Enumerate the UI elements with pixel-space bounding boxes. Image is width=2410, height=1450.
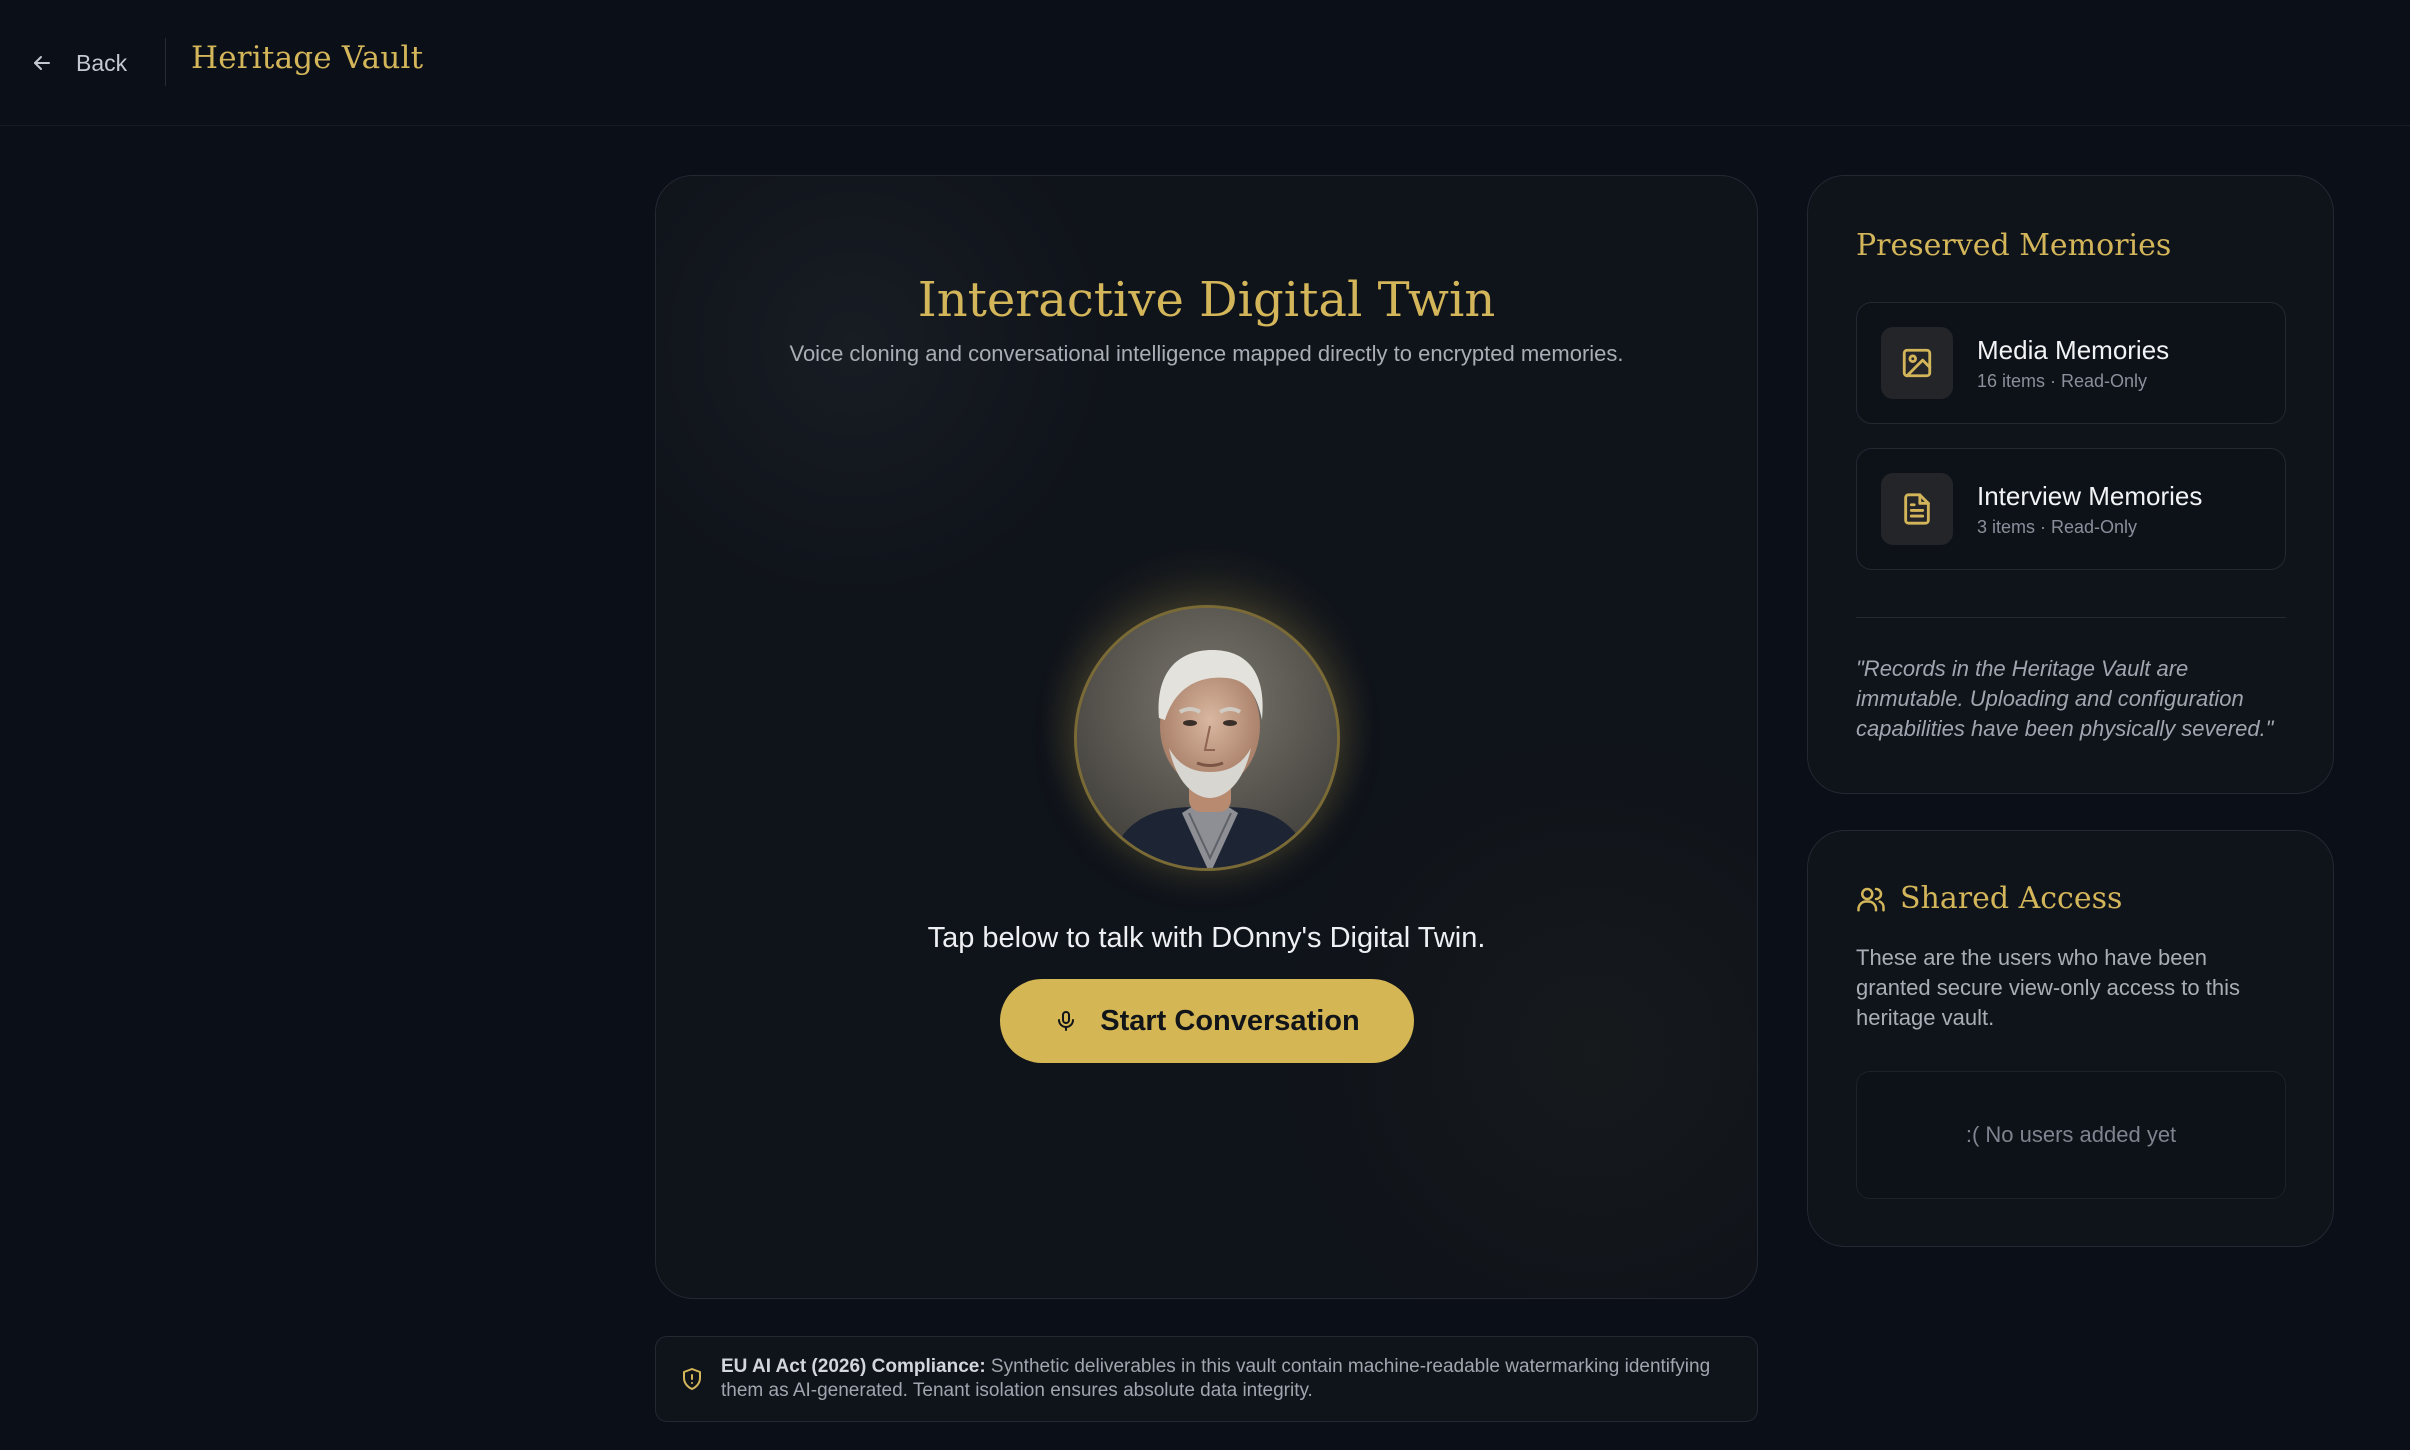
preserved-memories-title: Preserved Memories xyxy=(1856,228,2172,263)
shared-access-title: Shared Access xyxy=(1900,881,2123,916)
compliance-text: EU AI Act (2026) Compliance: Synthetic d… xyxy=(721,1355,1741,1403)
microphone-icon xyxy=(1058,1011,1075,1031)
memory-item-meta: 3 items · Read-Only xyxy=(1977,517,2138,537)
users-icon xyxy=(1857,887,1885,911)
brand-title: Heritage Vault xyxy=(191,40,424,76)
back-button[interactable]: Back xyxy=(30,44,127,82)
empty-users-state: :( No users added yet xyxy=(1856,1071,2286,1199)
header-divider xyxy=(165,38,166,86)
page-subtitle: Voice cloning and conversational intelli… xyxy=(789,341,1624,366)
conversation-prompt: Tap below to talk with DOnny's Digital T… xyxy=(927,922,1486,954)
arrow-left-icon xyxy=(34,56,50,70)
memory-item-interview[interactable]: Interview Memories 3 items · Read-Only xyxy=(1856,448,2286,570)
page-title: Interactive Digital Twin xyxy=(917,272,1496,328)
shield-icon xyxy=(683,1368,701,1390)
shared-access-header: Shared Access xyxy=(1856,881,2122,916)
preserved-memories-card: Preserved Memories Media Memories 16 ite… xyxy=(1807,175,2334,794)
interview-icon-tile xyxy=(1881,473,1953,545)
memories-divider xyxy=(1856,617,2286,618)
shared-access-card: Shared Access These are the users who ha… xyxy=(1807,830,2334,1247)
document-icon xyxy=(1904,493,1930,525)
start-conversation-label: Start Conversation xyxy=(1100,1004,1360,1037)
image-icon xyxy=(1902,348,1932,378)
top-bar: Back Heritage Vault xyxy=(0,0,2410,126)
back-label: Back xyxy=(76,49,128,76)
compliance-notice: EU AI Act (2026) Compliance: Synthetic d… xyxy=(655,1336,1758,1422)
avatar xyxy=(1074,605,1340,871)
media-icon-tile xyxy=(1881,327,1953,399)
memory-item-name: Interview Memories xyxy=(1977,481,2203,511)
compliance-label: EU AI Act (2026) Compliance: xyxy=(721,1356,986,1377)
digital-twin-card: Interactive Digital Twin Voice cloning a… xyxy=(655,175,1758,1299)
immutability-quote: "Records in the Heritage Vault are immut… xyxy=(1856,656,2274,741)
start-conversation-button[interactable]: Start Conversation xyxy=(1000,979,1414,1063)
memory-item-media[interactable]: Media Memories 16 items · Read-Only xyxy=(1856,302,2286,424)
shared-access-description: These are the users who have been grante… xyxy=(1856,945,2240,1030)
memory-item-name: Media Memories xyxy=(1977,335,2170,365)
memory-item-meta: 16 items · Read-Only xyxy=(1977,371,2148,391)
